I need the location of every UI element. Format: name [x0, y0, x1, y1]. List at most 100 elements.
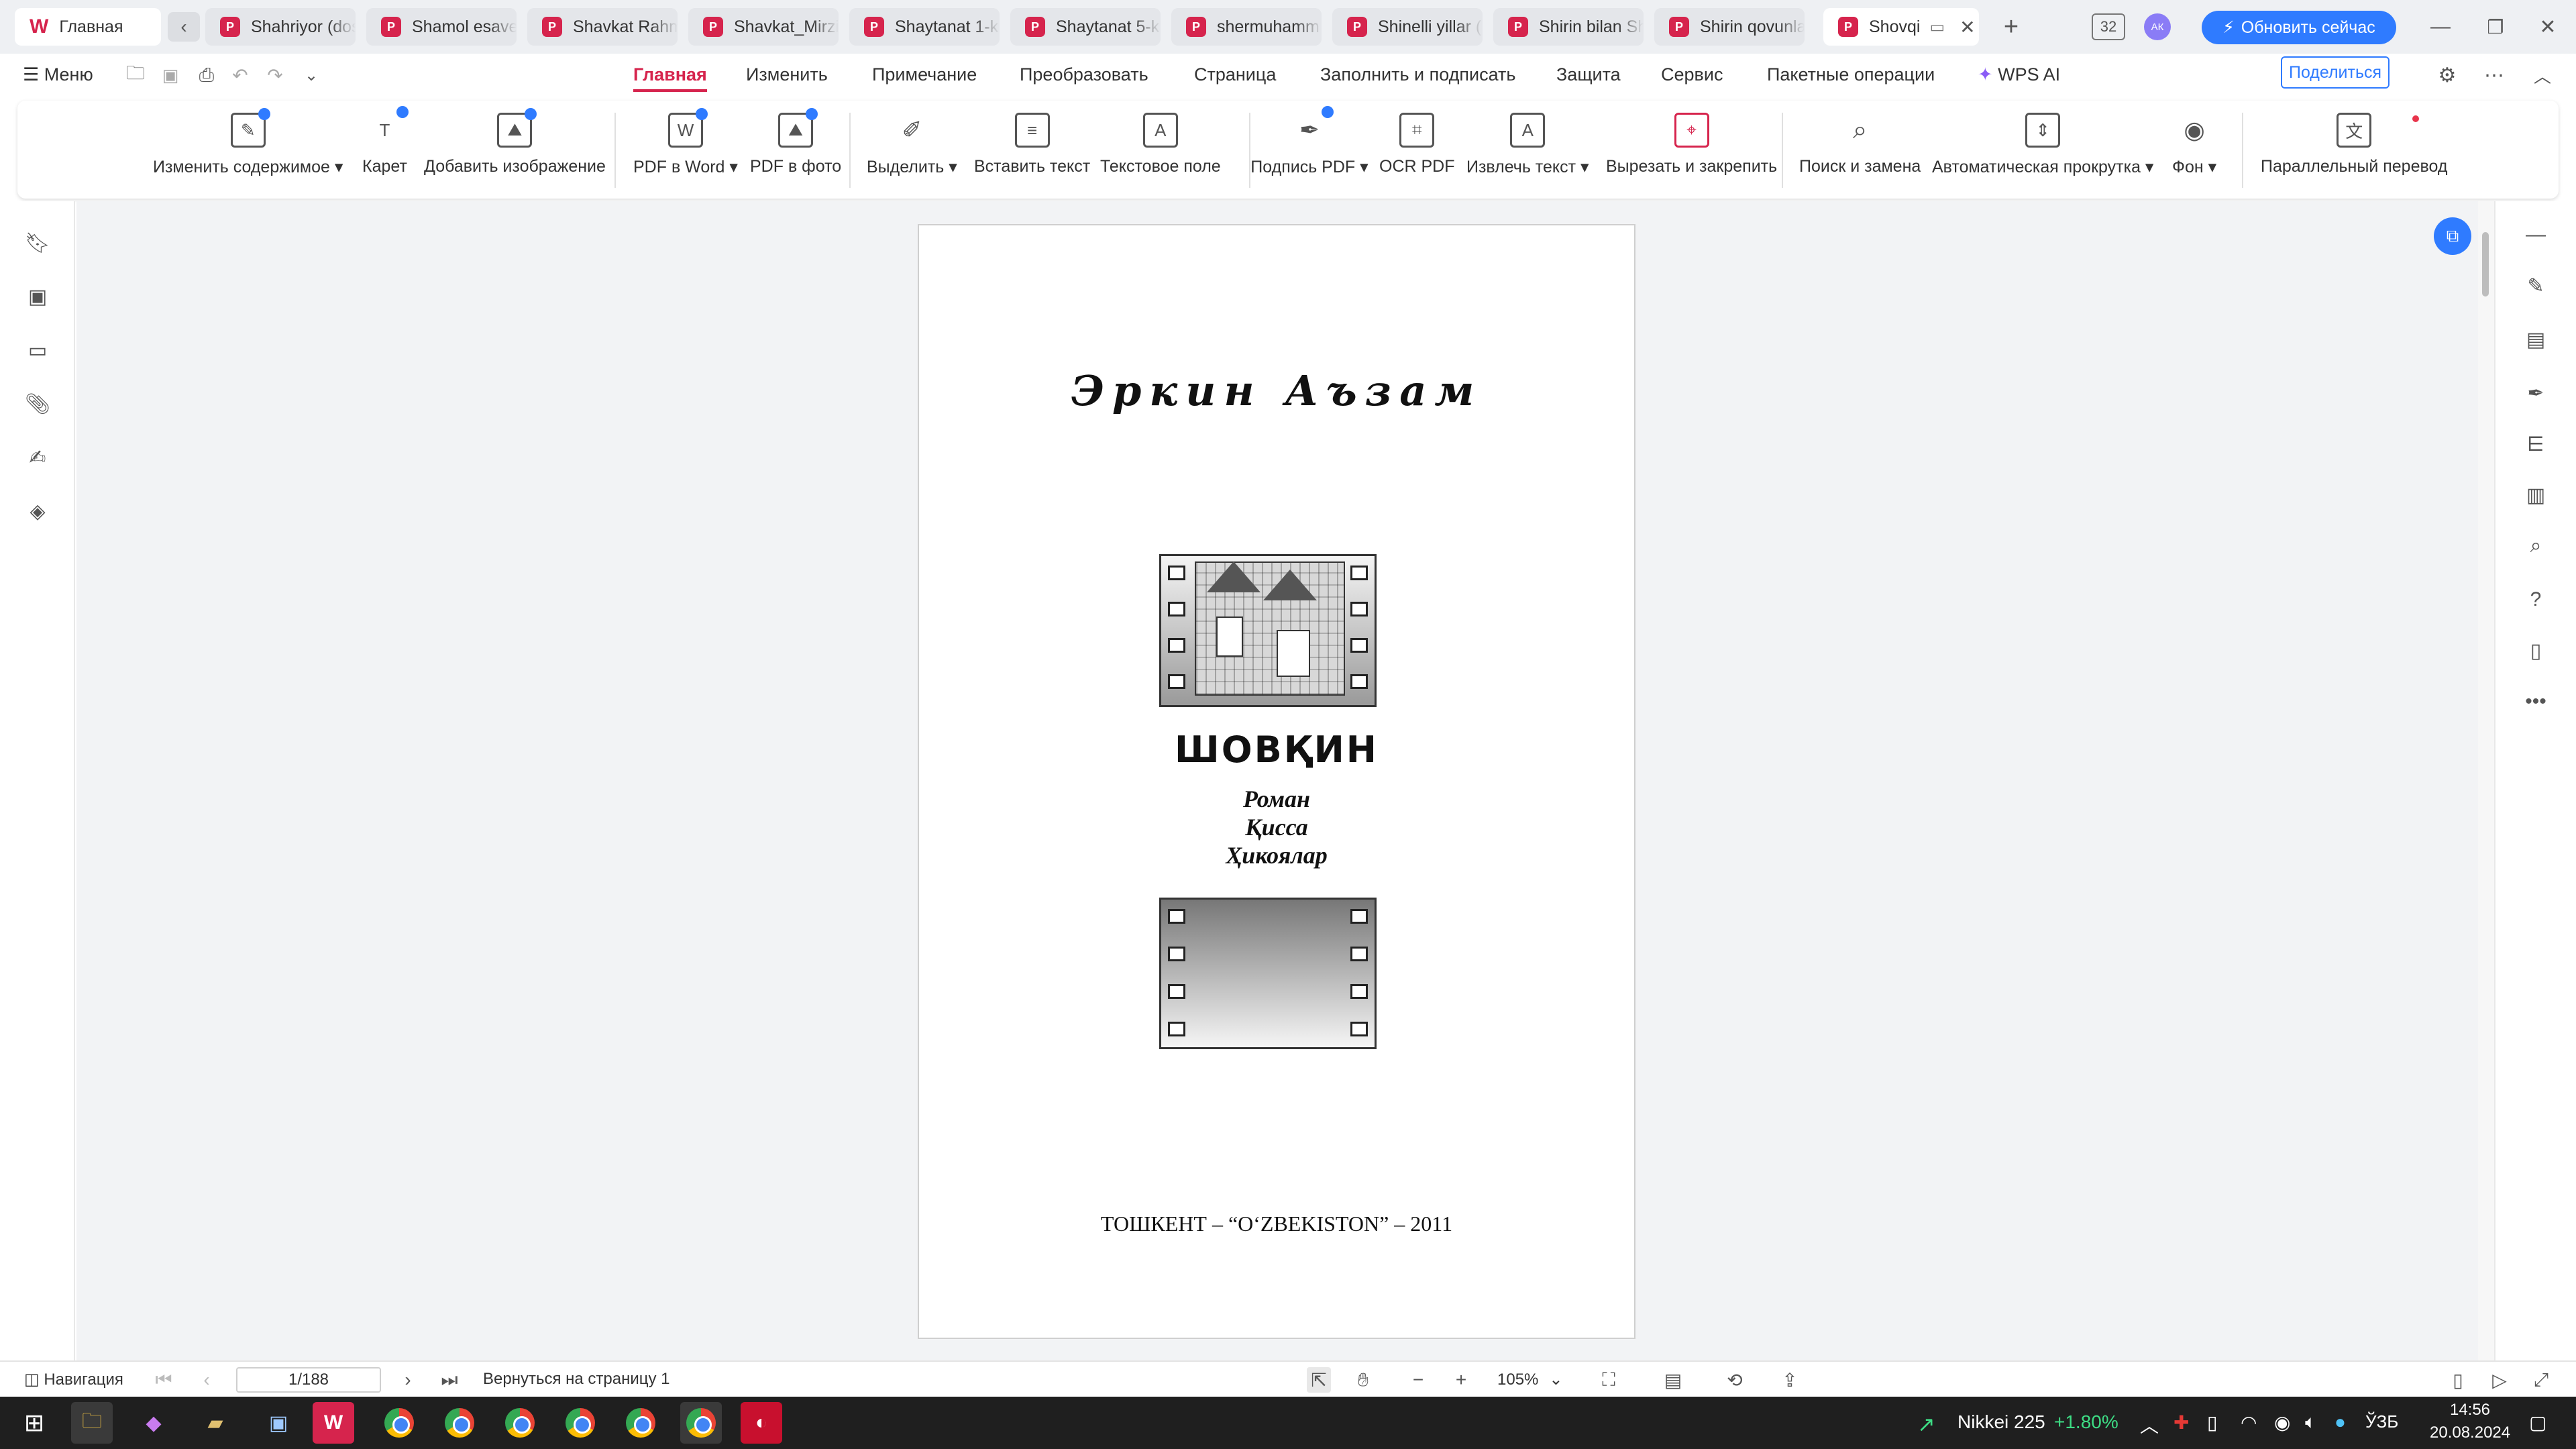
rotate-page-icon[interactable]: ⟲ [1723, 1367, 1747, 1393]
search-icon[interactable]: ⌕ [2524, 534, 2548, 558]
restore-icon[interactable]: ❐ [2481, 13, 2510, 40]
tab-document[interactable]: P Shavkat Rahm [527, 8, 678, 46]
app-icon[interactable]: ▣ [258, 1402, 299, 1444]
close-window-icon[interactable]: ✕ [2533, 13, 2563, 40]
more-tools-icon[interactable]: ••• [2524, 690, 2548, 714]
app-icon[interactable]: ◆ [133, 1402, 174, 1444]
redo-icon[interactable]: ↷ [263, 63, 287, 87]
play-icon[interactable]: ▷ [2487, 1367, 2512, 1393]
settings-gear-icon[interactable]: ⚙ [2435, 63, 2459, 87]
ribbon-caret-button[interactable]: T Карет [362, 106, 409, 188]
chrome-icon[interactable] [439, 1402, 480, 1444]
show-hidden-icons-icon[interactable]: ︿ [2140, 1411, 2159, 1438]
wps-office-icon[interactable]: W [313, 1402, 354, 1444]
previous-page-icon[interactable]: ‹ [195, 1367, 219, 1393]
globe-icon[interactable]: ● [2334, 1411, 2346, 1433]
menu-tab-edit[interactable]: Изменить [746, 64, 828, 85]
undo-icon[interactable]: ↶ [228, 63, 252, 87]
chrome-icon[interactable] [620, 1402, 661, 1444]
share-button[interactable]: Поделиться [2281, 56, 2390, 89]
ribbon-ocr-button[interactable]: ⌗ OCR PDF [1379, 113, 1455, 188]
menu-tab-fill-sign[interactable]: Заполнить и подписать [1320, 64, 1516, 85]
ribbon-signature-button[interactable]: ✒ Подпись PDF ▾ [1249, 106, 1370, 188]
tab-home[interactable]: W Главная [15, 8, 161, 46]
document-properties-icon[interactable]: ▤ [2524, 327, 2548, 352]
menu-tab-page[interactable]: Страница [1194, 64, 1276, 85]
tab-document[interactable]: P Shirin bilan Sh [1493, 8, 1644, 46]
ticker-name[interactable]: Nikkei 225 [1957, 1411, 2045, 1433]
tab-document[interactable]: P Shirin qovunla [1654, 8, 1805, 46]
hand-tool-icon[interactable]: ✋︎ [1351, 1367, 1375, 1393]
new-tab-icon[interactable]: + [1996, 13, 2026, 41]
language-indicator[interactable]: ЎЗБ [2365, 1411, 2398, 1432]
page-number-input[interactable]: 1/188 [236, 1367, 381, 1393]
menu-tab-tools[interactable]: Сервис [1661, 64, 1723, 85]
ribbon-highlight-button[interactable]: ✐ Выделить ▾ [867, 113, 957, 188]
more-options-icon[interactable]: ⋯ [2482, 63, 2506, 87]
wps-ai-button[interactable]: ✦ WPS AI [1978, 64, 2060, 85]
ribbon-add-image-button[interactable]: ⛰ Добавить изображение [424, 108, 606, 188]
main-menu-button[interactable]: ☰ Меню [23, 64, 93, 85]
minimize-icon[interactable]: — [2426, 13, 2455, 40]
ribbon-search-replace-button[interactable]: ⌕ Поиск и замена [1799, 113, 1921, 188]
ribbon-auto-scroll-button[interactable]: ⇕ Автоматическая прокрутка ▾ [1932, 113, 2153, 188]
ribbon-pdf-to-image-button[interactable]: ⛰ PDF в фото [750, 108, 841, 188]
signature-panel-icon[interactable]: ✍︎ [25, 445, 50, 470]
volume-icon[interactable]: 🔈︎ [2305, 1411, 2316, 1434]
tab-document[interactable]: P Shinelli yillar (r [1332, 8, 1483, 46]
chrome-icon[interactable] [680, 1402, 722, 1444]
page-tool-icon[interactable]: ▥ [2524, 483, 2548, 507]
export-icon[interactable]: ⇪ [1778, 1367, 1802, 1393]
tab-document[interactable]: P Shaytanat 5-ki [1010, 8, 1161, 46]
notifications-icon[interactable]: ▢ [2529, 1411, 2546, 1434]
collapse-panel-icon[interactable]: — [2524, 223, 2548, 247]
close-tab-icon[interactable]: ✕ [1960, 16, 1975, 38]
layers-icon[interactable]: ◈ [25, 499, 50, 523]
ribbon-insert-text-button[interactable]: ≡ Вставить текст [974, 113, 1090, 188]
ribbon-pdf-to-word-button[interactable]: W PDF в Word ▾ [633, 108, 738, 188]
last-page-icon[interactable]: ⏭ [437, 1367, 462, 1393]
menu-tab-batch[interactable]: Пакетные операции [1767, 64, 1935, 85]
ribbon-parallel-translate-button[interactable]: 文 Параллельный перевод [2261, 113, 2447, 188]
window-icon[interactable]: ▭ [1929, 17, 1945, 37]
avatar[interactable]: АК [2144, 13, 2171, 40]
tab-document-active[interactable]: P Shovqi ▭ ✕ [1823, 8, 1979, 46]
fit-page-icon[interactable]: ⛶ [1597, 1367, 1621, 1393]
save-icon[interactable]: ▣ [158, 63, 182, 87]
tab-document[interactable]: P Shaytanat 1-ki [849, 8, 1000, 46]
vertical-scrollbar[interactable] [2478, 201, 2494, 1360]
app-red-icon[interactable]: ◐ [741, 1402, 782, 1444]
thumbnails-icon[interactable]: ▣ [25, 284, 50, 309]
attachment-icon[interactable]: 📎︎ [25, 392, 50, 416]
menu-tab-protect[interactable]: Защита [1556, 64, 1621, 85]
print-icon[interactable]: ⎙ [195, 63, 219, 87]
navigation-toggle[interactable]: ◫ Навигация [24, 1370, 123, 1389]
compare-icon[interactable]: ⋿ [2524, 432, 2548, 456]
file-explorer-icon[interactable]: 🗀 [71, 1402, 113, 1444]
clock[interactable]: 14:56 20.08.2024 [2430, 1401, 2510, 1442]
select-tool-icon[interactable]: ⇱ [1307, 1367, 1331, 1393]
help-icon[interactable]: ? [2524, 588, 2548, 612]
zoom-in-icon[interactable]: + [1449, 1367, 1473, 1393]
first-page-icon[interactable]: ⏮ [152, 1367, 176, 1393]
ribbon-background-button[interactable]: ◉ Фон ▾ [2172, 113, 2216, 188]
tab-document[interactable]: P shermuhamm [1171, 8, 1322, 46]
collapse-ribbon-icon[interactable]: ︿ [2530, 63, 2555, 87]
chrome-icon[interactable] [378, 1402, 420, 1444]
tab-document[interactable]: P Shahriyor (dos [205, 8, 356, 46]
chrome-icon[interactable] [559, 1402, 601, 1444]
app-icon[interactable]: ▰ [195, 1402, 236, 1444]
workspace-count-icon[interactable]: 32 [2092, 13, 2125, 40]
reading-mode-icon[interactable]: ▯ [2524, 639, 2548, 663]
read-mode-icon[interactable]: ▯ [2446, 1367, 2470, 1393]
floating-tool-button[interactable]: ⧉ [2434, 217, 2471, 255]
menu-tab-home[interactable]: Главная [633, 64, 707, 92]
tab-document[interactable]: P Shavkat_Mirziy [688, 8, 839, 46]
menu-tab-convert[interactable]: Преобразовать [1020, 64, 1148, 85]
zoom-level-dropdown[interactable]: 105% ⌄ [1497, 1370, 1563, 1389]
page-display-mode-icon[interactable]: ▤ [1661, 1367, 1685, 1393]
tab-scroll-left-icon[interactable]: ‹ [168, 12, 200, 42]
next-page-icon[interactable]: › [396, 1367, 420, 1393]
menu-tab-comment[interactable]: Примечание [872, 64, 977, 85]
open-folder-icon[interactable]: 🗀 [123, 62, 148, 87]
